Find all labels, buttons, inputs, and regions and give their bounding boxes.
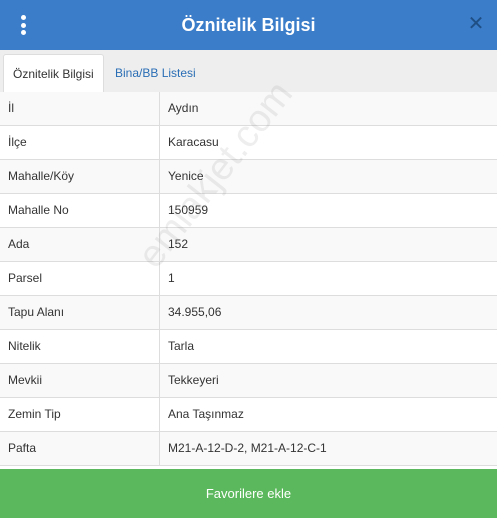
attribute-key: Ada [0, 228, 160, 261]
attribute-key: Pafta [0, 432, 160, 465]
attribute-value: Karacasu [168, 135, 219, 149]
table-row: Mevkii Tekkeyeri [0, 364, 497, 398]
attribute-key: Mahalle/Köy [0, 160, 160, 193]
attribute-value: Tarla [168, 339, 195, 353]
attribute-value: Yenice [168, 169, 204, 183]
attribute-value: 152 [168, 237, 189, 251]
table-row: Mahalle No 150959 [0, 194, 497, 228]
attribute-value: 34.955,06 [168, 305, 222, 319]
table-row: Parsel 1 [0, 262, 497, 296]
attribute-key: İlçe [0, 126, 160, 159]
table-row: Zemin Tip Ana Taşınmaz [0, 398, 497, 432]
attribute-value: M21-A-12-D-2, M21-A-12-C-1 [168, 441, 327, 455]
tab-bar: Öznitelik Bilgisi Bina/BB Listesi [0, 50, 497, 93]
attribute-key: İl [0, 92, 160, 125]
attribute-key: Zemin Tip [0, 398, 160, 431]
table-row: Nitelik Tarla [0, 330, 497, 364]
attribute-key: Mevkii [0, 364, 160, 397]
attribute-value: 150959 [168, 203, 209, 217]
attribute-key: Mahalle No [0, 194, 160, 227]
attribute-value: Ana Taşınmaz [168, 407, 244, 421]
attribute-key: Nitelik [0, 330, 160, 363]
table-row: Tapu Alanı 34.955,06 [0, 296, 497, 330]
add-favorite-button[interactable]: Favorilere ekle [0, 469, 497, 518]
attribute-key: Tapu Alanı [0, 296, 160, 329]
table-row: Mahalle/Köy Yenice [0, 160, 497, 194]
table-row: İlçe Karacasu [0, 126, 497, 160]
table-row: İl Aydın [0, 92, 497, 126]
dialog-header: Öznitelik Bilgisi ✕ [0, 0, 497, 50]
table-row: Pafta M21-A-12-D-2, M21-A-12-C-1 [0, 432, 497, 466]
table-row: Ada 152 [0, 228, 497, 262]
vertical-dots-icon[interactable] [16, 15, 30, 35]
tab-attribute-info[interactable]: Öznitelik Bilgisi [3, 54, 104, 93]
attribute-value: Tekkeyeri [168, 373, 219, 387]
attribute-value: 1 [168, 271, 175, 285]
dialog-title: Öznitelik Bilgisi [181, 14, 316, 35]
attribute-value: Aydın [168, 101, 199, 115]
attribute-table: İl Aydın İlçe Karacasu Mahalle/Köy Yenic… [0, 92, 497, 466]
tab-building-list[interactable]: Bina/BB Listesi [106, 54, 205, 93]
attribute-key: Parsel [0, 262, 160, 295]
close-icon[interactable]: ✕ [467, 13, 485, 35]
